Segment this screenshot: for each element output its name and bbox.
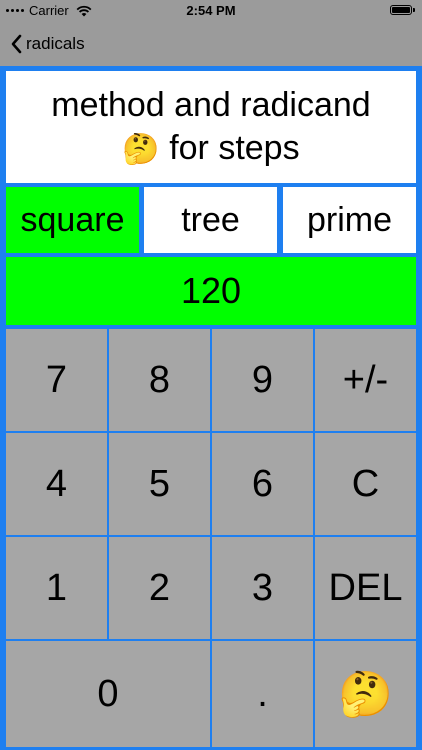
thinking-face-icon: 🤔	[338, 670, 393, 719]
chevron-left-icon	[11, 34, 22, 54]
thinking-face-icon: 🤔	[122, 132, 160, 166]
back-button[interactable]: radicals	[10, 30, 85, 58]
main-frame: method and radicand 🤔 for steps square t…	[0, 66, 422, 750]
key-3[interactable]: 3	[212, 537, 313, 639]
radicand-display: 120	[6, 257, 416, 325]
keypad: 7 8 9 +/- 4 5 6 C 1 2 3 DEL 0 . 🤔	[6, 329, 416, 747]
key-8[interactable]: 8	[109, 329, 210, 431]
method-prime-button[interactable]: prime	[283, 187, 416, 253]
key-9[interactable]: 9	[212, 329, 313, 431]
key-decimal[interactable]: .	[212, 641, 313, 747]
key-7[interactable]: 7	[6, 329, 107, 431]
key-0[interactable]: 0	[6, 641, 210, 747]
status-bar: Carrier 2:54 PM	[0, 0, 422, 22]
prompt-line-1: method and radicand	[51, 85, 371, 124]
key-5[interactable]: 5	[109, 433, 210, 535]
method-selector: square tree prime	[6, 187, 416, 253]
key-2[interactable]: 2	[109, 537, 210, 639]
battery-icon	[390, 5, 415, 15]
prompt-box: method and radicand 🤔 for steps	[6, 71, 416, 183]
back-button-label: radicals	[26, 34, 85, 53]
prompt-line-2-text: for steps	[169, 128, 300, 167]
navigation-bar: radicals	[0, 22, 422, 66]
status-time: 2:54 PM	[186, 3, 236, 18]
key-steps-button[interactable]: 🤔	[315, 641, 416, 747]
key-6[interactable]: 6	[212, 433, 313, 535]
key-clear[interactable]: C	[315, 433, 416, 535]
key-4[interactable]: 4	[6, 433, 107, 535]
method-square-button[interactable]: square	[6, 187, 139, 253]
prompt-line-2: 🤔 for steps	[122, 127, 299, 171]
method-tree-button[interactable]: tree	[144, 187, 277, 253]
key-delete[interactable]: DEL	[315, 537, 416, 639]
key-plus-minus[interactable]: +/-	[315, 329, 416, 431]
key-1[interactable]: 1	[6, 537, 107, 639]
